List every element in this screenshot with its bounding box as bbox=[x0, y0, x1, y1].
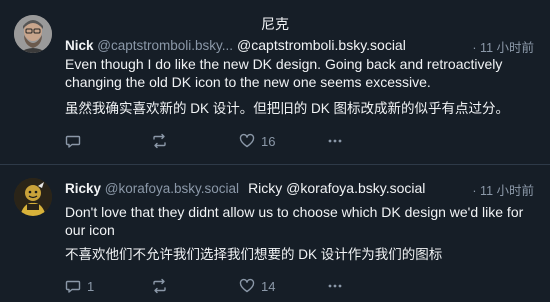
translated-header: Ricky @korafoya.bsky.social bbox=[248, 180, 426, 196]
like-button[interactable]: 16 bbox=[239, 133, 275, 149]
author-name[interactable]: Nick bbox=[65, 38, 94, 53]
author-handle[interactable]: @korafoya.bsky.social bbox=[105, 181, 239, 196]
more-icon bbox=[327, 133, 343, 149]
repost-icon bbox=[151, 278, 168, 294]
repost-button[interactable] bbox=[151, 133, 174, 149]
post-text: Even though I do like the new DK design.… bbox=[65, 56, 503, 90]
reply-button[interactable]: 1 bbox=[65, 278, 94, 294]
like-button[interactable]: 14 bbox=[239, 278, 275, 294]
post-time[interactable]: · 11 小时前 bbox=[472, 37, 534, 56]
post-actions: 1 14 bbox=[65, 278, 535, 296]
reply-button[interactable] bbox=[65, 133, 87, 149]
post-nick[interactable]: Nick @captstromboli.bsky... @captstrombol… bbox=[0, 0, 550, 164]
translated-header: @captstromboli.bsky.social bbox=[237, 37, 406, 53]
more-button[interactable] bbox=[327, 278, 343, 294]
post-time[interactable]: · 11 小时前 bbox=[472, 180, 534, 199]
more-icon bbox=[327, 278, 343, 294]
reply-count: 1 bbox=[87, 278, 95, 294]
repost-icon bbox=[151, 133, 168, 149]
author-name[interactable]: Ricky bbox=[65, 181, 101, 196]
post-translation: 不喜欢他们不允许我们选择我们想要的 DK 设计作为我们的图标 bbox=[65, 247, 443, 262]
post-text: Don't love that they didnt allow us to c… bbox=[65, 204, 524, 238]
post-ricky[interactable]: Ricky @korafoya.bsky.social Ricky @korafo… bbox=[0, 165, 550, 302]
author-handle[interactable]: @captstromboli.bsky... bbox=[97, 38, 233, 53]
post-translation: 虽然我确实喜欢新的 DK 设计。但把旧的 DK 图标改成新的似乎有点过分。 bbox=[65, 101, 510, 116]
avatar[interactable] bbox=[14, 15, 52, 53]
like-count: 16 bbox=[261, 133, 276, 149]
reply-icon bbox=[65, 278, 81, 294]
avatar[interactable] bbox=[14, 178, 52, 216]
repost-button[interactable] bbox=[151, 278, 174, 294]
post-header: Ricky @korafoya.bsky.social Ricky @korafo… bbox=[65, 180, 425, 197]
post-actions: 16 bbox=[65, 133, 535, 151]
post-header: Nick @captstromboli.bsky... @captstrombol… bbox=[65, 37, 406, 54]
heart-icon bbox=[239, 278, 255, 294]
post-feed: 尼克 Nick @captstromboli.bsky... @captstrom… bbox=[0, 0, 550, 302]
reply-icon bbox=[65, 133, 81, 149]
heart-icon bbox=[239, 133, 255, 149]
more-button[interactable] bbox=[327, 133, 343, 149]
like-count: 14 bbox=[261, 278, 276, 294]
